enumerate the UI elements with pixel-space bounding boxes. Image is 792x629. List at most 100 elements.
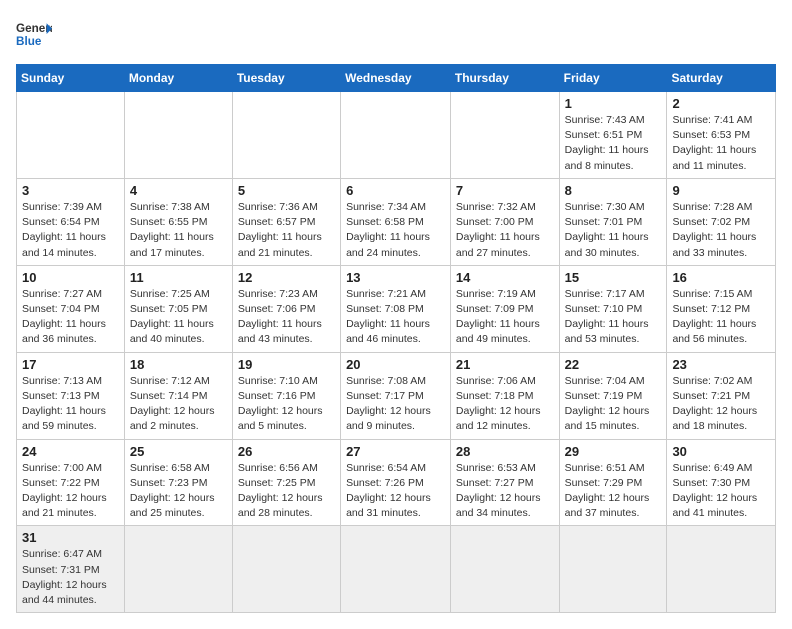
calendar-week-row: 17 Sunrise: 7:13 AM Sunset: 7:13 PM Dayli…: [17, 352, 776, 439]
calendar-cell: 3 Sunrise: 7:39 AM Sunset: 6:54 PM Daylig…: [17, 178, 125, 265]
day-info: Sunrise: 6:58 AM Sunset: 7:23 PM Dayligh…: [130, 461, 227, 522]
day-of-week-header: Friday: [559, 65, 667, 92]
calendar-cell: 14Sunrise: 7:19 AM Sunset: 7:09 PM Dayli…: [450, 265, 559, 352]
day-number: 26: [238, 444, 335, 459]
day-of-week-header: Saturday: [667, 65, 776, 92]
calendar-week-row: 1 Sunrise: 7:43 AM Sunset: 6:51 PM Daylig…: [17, 92, 776, 179]
calendar-cell: 15 Sunrise: 7:17 AM Sunset: 7:10 PM Dayli…: [559, 265, 667, 352]
day-info: Sunrise: 7:27 AM Sunset: 7:04 PM Dayligh…: [22, 287, 119, 348]
day-info: Sunrise: 6:56 AM Sunset: 7:25 PM Dayligh…: [238, 461, 335, 522]
day-number: 18: [130, 357, 227, 372]
calendar-cell: [124, 92, 232, 179]
calendar-cell: 28Sunrise: 6:53 AM Sunset: 7:27 PM Dayli…: [450, 439, 559, 526]
day-number: 21: [456, 357, 554, 372]
calendar-cell: 25 Sunrise: 6:58 AM Sunset: 7:23 PM Dayli…: [124, 439, 232, 526]
day-info: Sunrise: 7:00 AM Sunset: 7:22 PM Dayligh…: [22, 461, 119, 522]
calendar-cell: 10Sunrise: 7:27 AM Sunset: 7:04 PM Dayli…: [17, 265, 125, 352]
day-number: 4: [130, 183, 227, 198]
day-number: 9: [672, 183, 770, 198]
calendar-cell: 20 Sunrise: 7:08 AM Sunset: 7:17 PM Dayli…: [341, 352, 451, 439]
calendar-week-row: 24Sunrise: 7:00 AM Sunset: 7:22 PM Dayli…: [17, 439, 776, 526]
day-info: Sunrise: 7:10 AM Sunset: 7:16 PM Dayligh…: [238, 374, 335, 435]
calendar-cell: 13Sunrise: 7:21 AM Sunset: 7:08 PM Dayli…: [341, 265, 451, 352]
day-info: Sunrise: 7:04 AM Sunset: 7:19 PM Dayligh…: [565, 374, 662, 435]
calendar-table: SundayMondayTuesdayWednesdayThursdayFrid…: [16, 64, 776, 613]
day-info: Sunrise: 7:41 AM Sunset: 6:53 PM Dayligh…: [672, 113, 770, 174]
day-number: 25: [130, 444, 227, 459]
day-info: Sunrise: 7:02 AM Sunset: 7:21 PM Dayligh…: [672, 374, 770, 435]
day-info: Sunrise: 7:39 AM Sunset: 6:54 PM Dayligh…: [22, 200, 119, 261]
day-of-week-header: Wednesday: [341, 65, 451, 92]
calendar-cell: [232, 526, 340, 613]
calendar-cell: 8Sunrise: 7:30 AM Sunset: 7:01 PM Daylig…: [559, 178, 667, 265]
day-number: 30: [672, 444, 770, 459]
day-number: 16: [672, 270, 770, 285]
calendar-cell: [341, 92, 451, 179]
day-number: 29: [565, 444, 662, 459]
calendar-cell: [559, 526, 667, 613]
calendar-cell: 30 Sunrise: 6:49 AM Sunset: 7:30 PM Dayli…: [667, 439, 776, 526]
day-number: 15: [565, 270, 662, 285]
page-header: General Blue: [16, 16, 776, 52]
day-number: 20: [346, 357, 445, 372]
calendar-cell: 31Sunrise: 6:47 AM Sunset: 7:31 PM Dayli…: [17, 526, 125, 613]
day-of-week-header: Sunday: [17, 65, 125, 92]
calendar-cell: 26 Sunrise: 6:56 AM Sunset: 7:25 PM Dayli…: [232, 439, 340, 526]
day-number: 27: [346, 444, 445, 459]
calendar-cell: 11 Sunrise: 7:25 AM Sunset: 7:05 PM Dayli…: [124, 265, 232, 352]
day-info: Sunrise: 7:38 AM Sunset: 6:55 PM Dayligh…: [130, 200, 227, 261]
calendar-cell: [124, 526, 232, 613]
calendar-week-row: 31Sunrise: 6:47 AM Sunset: 7:31 PM Dayli…: [17, 526, 776, 613]
calendar-cell: 9 Sunrise: 7:28 AM Sunset: 7:02 PM Daylig…: [667, 178, 776, 265]
day-number: 14: [456, 270, 554, 285]
day-number: 17: [22, 357, 119, 372]
calendar-cell: [232, 92, 340, 179]
day-info: Sunrise: 7:23 AM Sunset: 7:06 PM Dayligh…: [238, 287, 335, 348]
day-info: Sunrise: 7:06 AM Sunset: 7:18 PM Dayligh…: [456, 374, 554, 435]
day-number: 23: [672, 357, 770, 372]
day-of-week-header: Thursday: [450, 65, 559, 92]
calendar-cell: 2 Sunrise: 7:41 AM Sunset: 6:53 PM Daylig…: [667, 92, 776, 179]
day-info: Sunrise: 6:49 AM Sunset: 7:30 PM Dayligh…: [672, 461, 770, 522]
day-number: 31: [22, 530, 119, 545]
calendar-cell: [450, 92, 559, 179]
logo-icon: General Blue: [16, 16, 52, 52]
day-info: Sunrise: 7:13 AM Sunset: 7:13 PM Dayligh…: [22, 374, 119, 435]
day-of-week-header: Monday: [124, 65, 232, 92]
calendar-cell: 23 Sunrise: 7:02 AM Sunset: 7:21 PM Dayli…: [667, 352, 776, 439]
calendar-cell: 7Sunrise: 7:32 AM Sunset: 7:00 PM Daylig…: [450, 178, 559, 265]
day-info: Sunrise: 7:15 AM Sunset: 7:12 PM Dayligh…: [672, 287, 770, 348]
day-number: 5: [238, 183, 335, 198]
day-info: Sunrise: 7:12 AM Sunset: 7:14 PM Dayligh…: [130, 374, 227, 435]
calendar-cell: 5 Sunrise: 7:36 AM Sunset: 6:57 PM Daylig…: [232, 178, 340, 265]
calendar-week-row: 10Sunrise: 7:27 AM Sunset: 7:04 PM Dayli…: [17, 265, 776, 352]
calendar-cell: 18 Sunrise: 7:12 AM Sunset: 7:14 PM Dayli…: [124, 352, 232, 439]
calendar-cell: 16 Sunrise: 7:15 AM Sunset: 7:12 PM Dayli…: [667, 265, 776, 352]
day-info: Sunrise: 6:53 AM Sunset: 7:27 PM Dayligh…: [456, 461, 554, 522]
day-info: Sunrise: 7:36 AM Sunset: 6:57 PM Dayligh…: [238, 200, 335, 261]
day-info: Sunrise: 7:43 AM Sunset: 6:51 PM Dayligh…: [565, 113, 662, 174]
calendar-cell: 22Sunrise: 7:04 AM Sunset: 7:19 PM Dayli…: [559, 352, 667, 439]
calendar-cell: 19Sunrise: 7:10 AM Sunset: 7:16 PM Dayli…: [232, 352, 340, 439]
day-info: Sunrise: 7:25 AM Sunset: 7:05 PM Dayligh…: [130, 287, 227, 348]
calendar-cell: 29Sunrise: 6:51 AM Sunset: 7:29 PM Dayli…: [559, 439, 667, 526]
day-info: Sunrise: 7:34 AM Sunset: 6:58 PM Dayligh…: [346, 200, 445, 261]
day-number: 1: [565, 96, 662, 111]
calendar-cell: 24Sunrise: 7:00 AM Sunset: 7:22 PM Dayli…: [17, 439, 125, 526]
calendar-cell: [341, 526, 451, 613]
svg-text:Blue: Blue: [16, 35, 42, 48]
calendar-cell: 21 Sunrise: 7:06 AM Sunset: 7:18 PM Dayli…: [450, 352, 559, 439]
day-info: Sunrise: 7:08 AM Sunset: 7:17 PM Dayligh…: [346, 374, 445, 435]
day-of-week-header: Tuesday: [232, 65, 340, 92]
day-number: 6: [346, 183, 445, 198]
day-info: Sunrise: 7:17 AM Sunset: 7:10 PM Dayligh…: [565, 287, 662, 348]
calendar-cell: 6 Sunrise: 7:34 AM Sunset: 6:58 PM Daylig…: [341, 178, 451, 265]
calendar-cell: 12Sunrise: 7:23 AM Sunset: 7:06 PM Dayli…: [232, 265, 340, 352]
calendar-cell: 4 Sunrise: 7:38 AM Sunset: 6:55 PM Daylig…: [124, 178, 232, 265]
day-number: 11: [130, 270, 227, 285]
calendar-week-row: 3 Sunrise: 7:39 AM Sunset: 6:54 PM Daylig…: [17, 178, 776, 265]
logo: General Blue: [16, 16, 52, 52]
day-number: 2: [672, 96, 770, 111]
day-info: Sunrise: 7:28 AM Sunset: 7:02 PM Dayligh…: [672, 200, 770, 261]
day-number: 3: [22, 183, 119, 198]
